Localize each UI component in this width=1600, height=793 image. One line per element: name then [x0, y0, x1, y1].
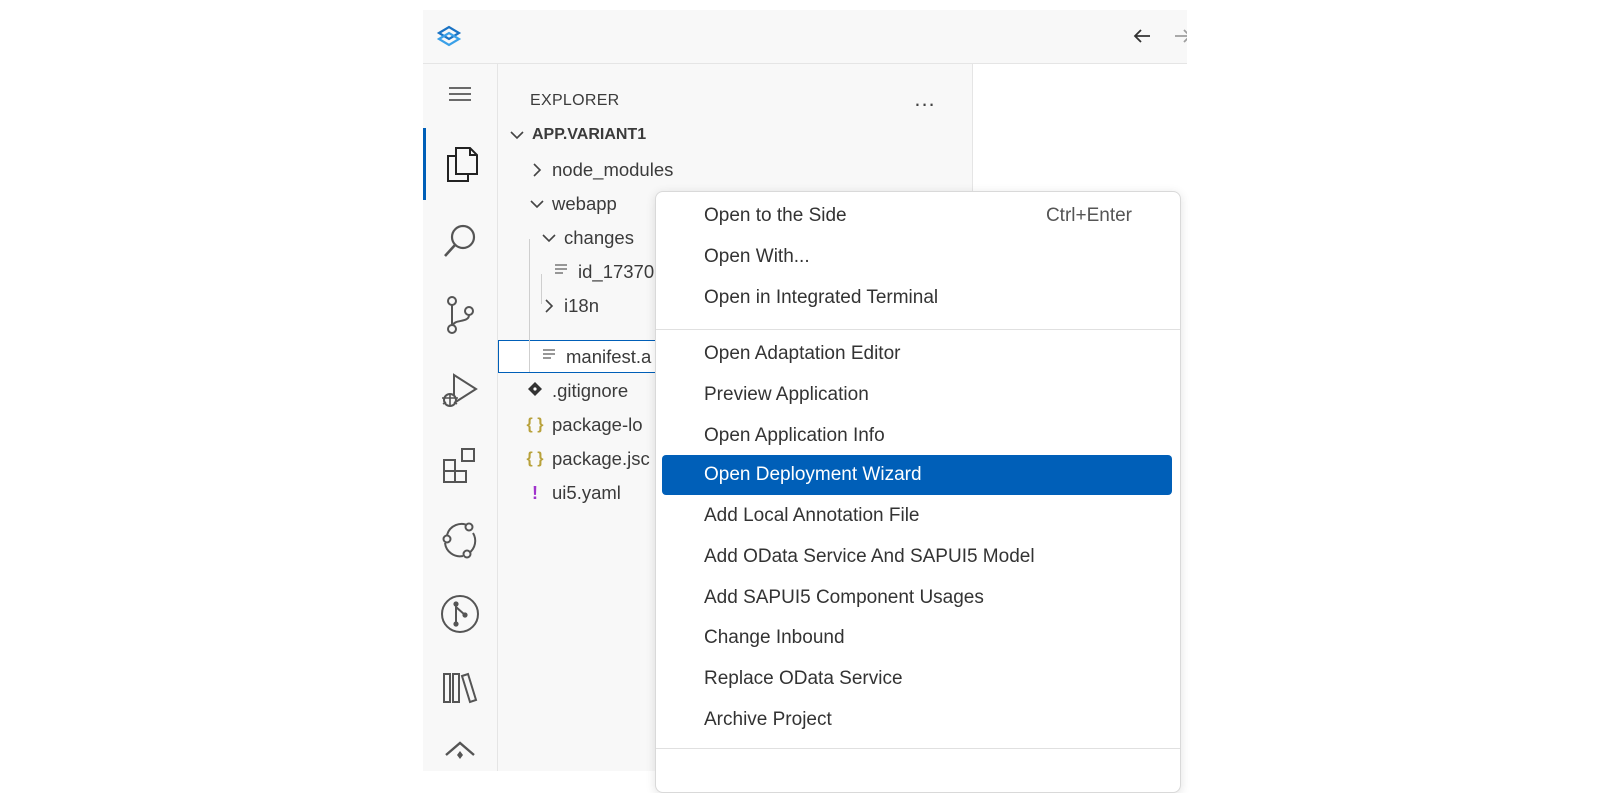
tree-item-label: ui5.yaml: [552, 482, 621, 503]
explorer-title: EXPLORER: [530, 92, 620, 109]
menu-item-change-inbound[interactable]: Change Inbound: [662, 618, 1172, 658]
chevron-down-icon: [506, 124, 528, 146]
title-bar: [423, 10, 1187, 64]
context-menu: Open to the Side Ctrl+Enter Open With...…: [655, 191, 1181, 793]
chevron-down-icon: [538, 227, 560, 249]
tree-item-label: i18n: [564, 295, 599, 316]
tree-item-label: .gitignore: [552, 380, 629, 401]
tree-item-ui5yaml[interactable]: ! ui5.yaml: [526, 476, 621, 510]
menu-item-archive-project[interactable]: Archive Project: [662, 700, 1172, 740]
tree-item-label: node_modules: [552, 159, 674, 180]
tree-item-webapp[interactable]: webapp: [526, 187, 617, 221]
tree-item-change-file[interactable]: id_17370: [552, 255, 654, 289]
menu-item-label: Open Adaptation Editor: [704, 343, 901, 364]
sap-bas-logo-icon[interactable]: [435, 23, 463, 51]
tree-item-manifest[interactable]: manifest.a: [540, 340, 651, 374]
git-file-icon: [526, 381, 544, 402]
menu-item-label: Archive Project: [704, 709, 832, 730]
menu-item-label: Open to the Side: [704, 205, 847, 226]
file-lines-icon: [552, 262, 570, 283]
tree-item-label: id_17370: [578, 261, 655, 282]
menu-item-label: Open in Integrated Terminal: [704, 287, 939, 308]
remote-icon[interactable]: [423, 504, 497, 576]
tree-root[interactable]: APP.VARIANT1: [506, 118, 646, 152]
menu-icon[interactable]: [423, 64, 497, 124]
menu-item-label: Add OData Service And SAPUI5 Model: [704, 546, 1035, 567]
extensions-icon[interactable]: [423, 430, 497, 502]
tree-item-package-json[interactable]: { } package.jsc: [526, 442, 650, 476]
menu-item-label: Add SAPUI5 Component Usages: [704, 587, 984, 608]
menu-item-label: Preview Application: [704, 384, 869, 405]
tree-root-label: APP.VARIANT1: [532, 126, 647, 143]
tree-item-i18n[interactable]: i18n: [538, 289, 599, 323]
menu-item-add-odata-service[interactable]: Add OData Service And SAPUI5 Model: [662, 537, 1172, 577]
library-icon[interactable]: [423, 652, 497, 724]
menu-item-add-component-usages[interactable]: Add SAPUI5 Component Usages: [662, 578, 1172, 618]
tree-item-label: manifest.a: [566, 346, 652, 367]
menu-item-preview-application[interactable]: Preview Application: [662, 375, 1172, 415]
run-debug-icon[interactable]: [423, 354, 497, 426]
search-icon[interactable]: [423, 206, 497, 276]
menu-item-open-to-side[interactable]: Open to the Side Ctrl+Enter: [662, 196, 1172, 236]
git-graph-icon[interactable]: [423, 578, 497, 650]
menu-item-label: Add Local Annotation File: [704, 505, 920, 526]
menu-item-label: Open Application Info: [704, 425, 885, 446]
tree-item-node-modules[interactable]: node_modules: [526, 153, 673, 187]
menu-item-shortcut: Ctrl+Enter: [1045, 205, 1132, 226]
file-lines-icon: [540, 347, 558, 368]
files-icon[interactable]: [423, 128, 497, 200]
tree-item-label: package-lo: [552, 414, 643, 435]
activity-bar: [423, 64, 498, 771]
arrow-left-icon[interactable]: [1128, 22, 1156, 50]
menu-item-open-terminal[interactable]: Open in Integrated Terminal: [662, 278, 1172, 318]
tree-item-changes[interactable]: changes: [538, 221, 634, 255]
tree-item-label: package.jsc: [552, 448, 650, 469]
source-control-icon[interactable]: [423, 280, 497, 350]
menu-separator: [656, 329, 1180, 330]
menu-item-open-application-info[interactable]: Open Application Info: [662, 416, 1172, 456]
menu-item-label: Open With...: [704, 246, 810, 267]
menu-item-open-adaptation-editor[interactable]: Open Adaptation Editor: [662, 334, 1172, 374]
menu-item-replace-odata-service[interactable]: Replace OData Service: [662, 659, 1172, 699]
menu-item-add-local-annotation[interactable]: Add Local Annotation File: [662, 496, 1172, 536]
tree-item-label: changes: [564, 227, 634, 248]
menu-separator: [656, 748, 1180, 749]
chevron-right-icon: [526, 159, 548, 181]
json-file-icon: { }: [526, 450, 544, 467]
tree-item-package-lock[interactable]: { } package-lo: [526, 408, 643, 442]
menu-item-label: Replace OData Service: [704, 668, 903, 689]
menu-item-open-deployment-wizard[interactable]: Open Deployment Wizard: [662, 455, 1172, 495]
tree-item-label: webapp: [552, 193, 617, 214]
tree-item-gitignore[interactable]: .gitignore: [526, 374, 628, 408]
chevron-down-icon: [526, 193, 548, 215]
menu-item-open-with[interactable]: Open With...: [662, 237, 1172, 277]
menu-item-label: Open Deployment Wizard: [704, 464, 922, 485]
yaml-file-icon: !: [532, 482, 538, 503]
arrow-right-icon[interactable]: [1169, 22, 1187, 50]
more-actions-icon[interactable]: ...: [910, 84, 940, 114]
chevron-right-icon: [538, 295, 560, 317]
indent-guide: [529, 239, 530, 372]
menu-item-label: Change Inbound: [704, 627, 845, 648]
sap-ai-icon[interactable]: [423, 724, 497, 771]
json-file-icon: { }: [526, 416, 544, 433]
